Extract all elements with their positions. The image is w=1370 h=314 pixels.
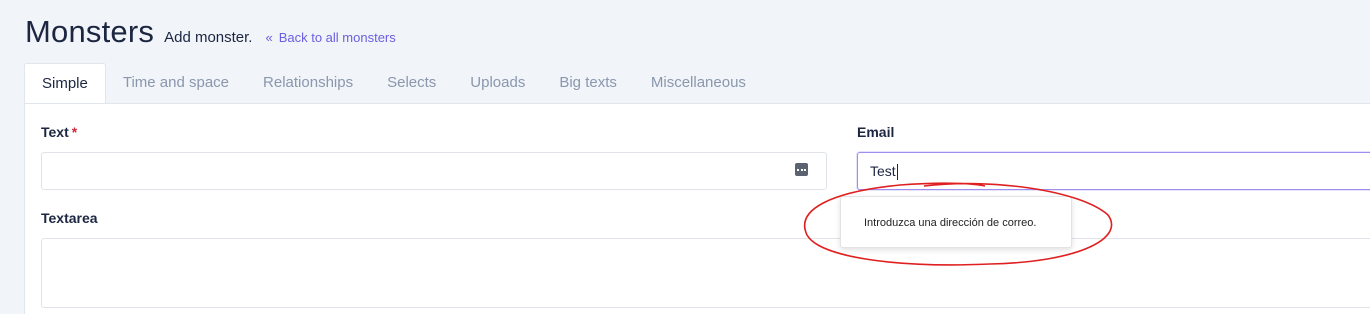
validation-tooltip: Introduzca una dirección de correo. <box>840 196 1072 248</box>
tab-simple[interactable]: Simple <box>24 63 106 105</box>
tab-big-texts[interactable]: Big texts <box>542 63 634 103</box>
page-subtitle: Add monster. <box>164 29 253 46</box>
page-title: Monsters <box>25 14 155 49</box>
text-field-label: Text * <box>41 124 77 140</box>
textarea-input[interactable] <box>41 238 1370 308</box>
tab-miscellaneous[interactable]: Miscellaneous <box>634 63 763 103</box>
required-marker: * <box>71 124 78 140</box>
back-link[interactable]: « Back to all monsters <box>265 30 395 45</box>
email-input[interactable]: Test <box>857 152 1370 190</box>
tab-time-and-space[interactable]: Time and space <box>106 63 246 103</box>
textarea-field-label: Textarea <box>41 210 98 226</box>
tab-uploads[interactable]: Uploads <box>453 63 542 103</box>
text-input[interactable] <box>41 152 827 190</box>
tab-selects[interactable]: Selects <box>370 63 453 103</box>
email-field-label: Email <box>857 124 895 140</box>
text-cursor <box>896 164 898 181</box>
email-input-value: Test <box>870 163 896 179</box>
page-header: Monsters Add monster. « Back to all mons… <box>25 14 396 50</box>
tab-relationships[interactable]: Relationships <box>246 63 370 103</box>
double-chevron-left-icon: « <box>265 30 273 45</box>
tab-bar: Simple Time and space Relationships Sele… <box>24 63 763 105</box>
back-link-label: Back to all monsters <box>278 30 396 45</box>
text-label-text: Text <box>41 124 69 140</box>
keyboard-icon[interactable] <box>795 163 808 176</box>
